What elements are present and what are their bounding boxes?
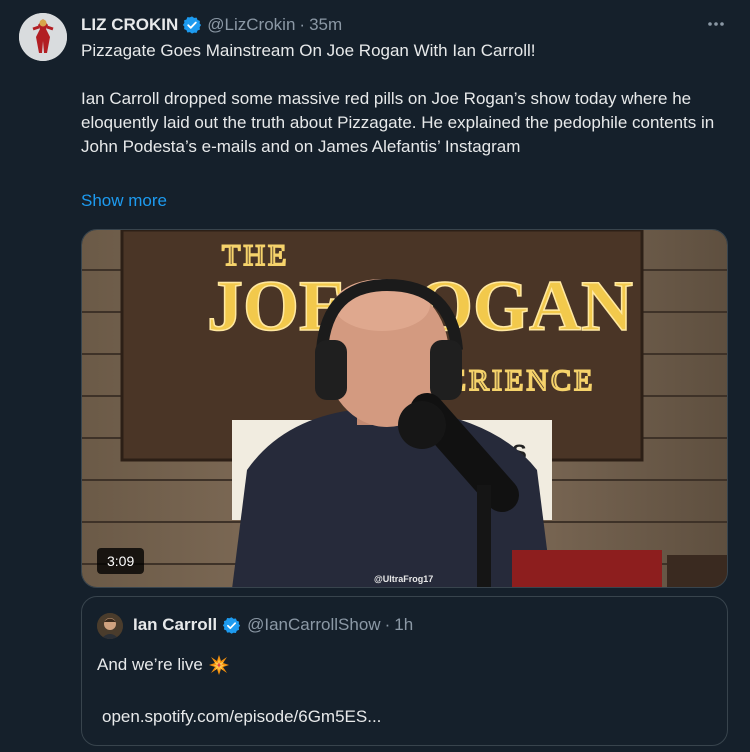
- collision-emoji-icon: [208, 655, 229, 675]
- quoted-author-handle[interactable]: @IanCarrollShow: [247, 615, 380, 635]
- author-avatar[interactable]: [19, 13, 67, 61]
- quoted-tweet-text-row: And we’re live: [97, 653, 230, 677]
- author-name[interactable]: LIZ CROKIN: [81, 15, 178, 35]
- separator-dot: ·: [299, 15, 306, 34]
- quoted-tweet-timestamp[interactable]: 1h: [394, 615, 413, 635]
- verified-badge-icon: [183, 16, 202, 34]
- video-thumbnail: S THE JOE ROGAN EXPERIENCE: [82, 230, 727, 587]
- separator-dot: ·: [384, 615, 391, 634]
- video-duration: 3:09: [97, 548, 145, 574]
- show-more-link[interactable]: Show more: [81, 189, 167, 213]
- video-watermark: @UltraFrog17: [374, 574, 434, 584]
- tweet-timestamp[interactable]: 35m: [309, 15, 342, 35]
- spotify-link[interactable]: open.spotify.com/episode/6Gm5ES...: [102, 705, 381, 729]
- quoted-tweet[interactable]: Ian Carroll @IanCarrollShow · 1h And we’…: [81, 596, 728, 746]
- quoted-author-avatar[interactable]: [97, 613, 123, 639]
- verified-badge-icon: [222, 616, 241, 634]
- quoted-tweet-text: And we’re live: [97, 655, 203, 674]
- tweet-text: Pizzagate Goes Mainstream On Joe Rogan W…: [81, 41, 715, 156]
- author-handle[interactable]: @LizCrokin: [207, 15, 295, 35]
- quoted-tweet-header: Ian Carroll @IanCarrollShow · 1h: [133, 615, 413, 635]
- tweet-header: LIZ CROKIN @LizCrokin · 35m: [81, 14, 342, 36]
- video-player[interactable]: S THE JOE ROGAN EXPERIENCE 3:09 @UltraFr…: [81, 229, 728, 588]
- more-options-icon[interactable]: [700, 14, 732, 34]
- quoted-author-name[interactable]: Ian Carroll: [133, 615, 217, 635]
